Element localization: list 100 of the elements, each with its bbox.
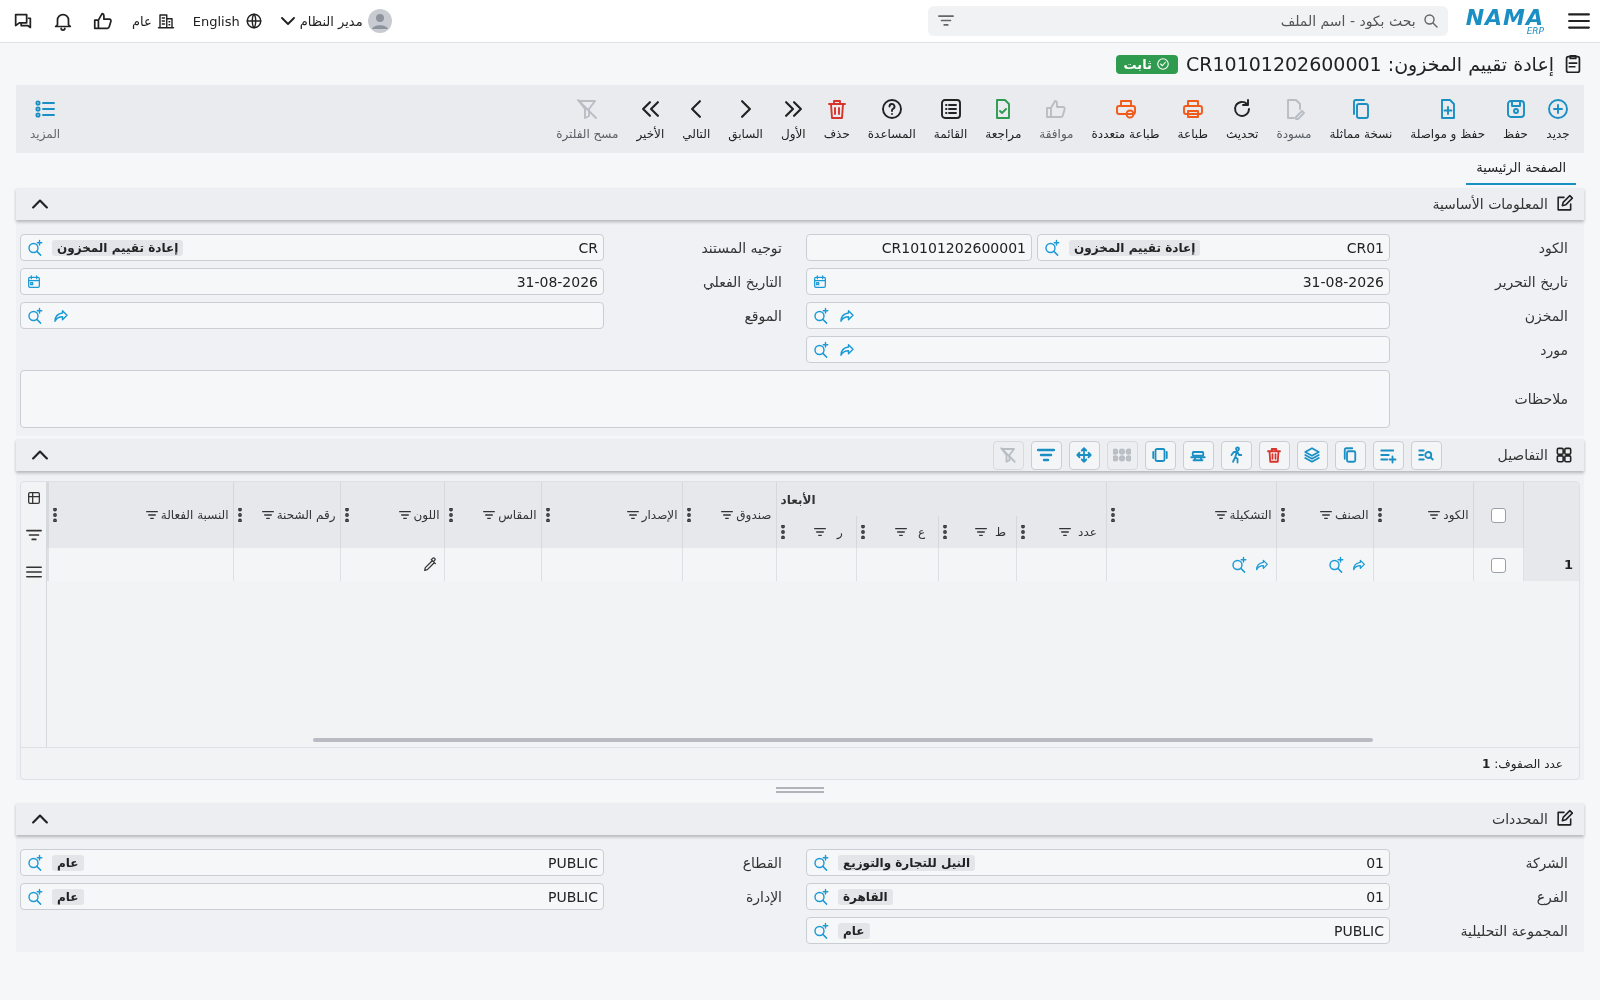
field-label: القطاع bbox=[741, 854, 783, 871]
toolbar-button[interactable]: حفظ و مواصلة bbox=[1404, 97, 1492, 141]
column-header[interactable]: الإصدار bbox=[641, 508, 678, 522]
column-header[interactable]: الكود bbox=[1443, 508, 1469, 522]
language-button[interactable]: English bbox=[192, 12, 263, 30]
notes-field[interactable] bbox=[20, 370, 1390, 428]
more-button[interactable]: المزيد bbox=[24, 97, 67, 141]
eyedropper-icon bbox=[421, 556, 438, 573]
organization-button[interactable]: عام bbox=[132, 12, 175, 30]
copy-button[interactable] bbox=[1334, 440, 1366, 470]
filter-icon bbox=[721, 509, 734, 521]
value-tag: إعادة تقييم المخزون bbox=[52, 239, 184, 256]
user-menu[interactable]: مدير النظام bbox=[280, 9, 392, 33]
filter-icon bbox=[483, 509, 496, 521]
search-icon bbox=[1421, 12, 1440, 30]
date-field[interactable]: 31-08-2026 bbox=[806, 268, 1390, 295]
search-field[interactable]: بحث بكود - اسم الملف bbox=[927, 6, 1448, 36]
toolbar-button[interactable]: نسخة مماثلة bbox=[1323, 97, 1399, 141]
section-title: المعلومات الأساسية bbox=[1432, 196, 1548, 212]
search-plus-icon bbox=[812, 306, 830, 325]
layers-button[interactable] bbox=[1296, 440, 1328, 470]
column-header[interactable]: ر bbox=[828, 525, 852, 539]
field-label: المجموعة التحليلية bbox=[1459, 922, 1569, 939]
column-header[interactable]: ط bbox=[989, 525, 1012, 539]
kebab-icon bbox=[1020, 525, 1025, 539]
search-plus-icon bbox=[1326, 555, 1345, 574]
trash-button[interactable] bbox=[1258, 440, 1290, 470]
page-title: إعادة تقييم المخزون: CR10101202600001 bbox=[1186, 53, 1554, 75]
toolbar-button[interactable]: جديد bbox=[1540, 97, 1576, 141]
toolbar-button[interactable]: تحديث bbox=[1219, 97, 1265, 141]
move-button[interactable] bbox=[1068, 440, 1100, 470]
toolbar-button[interactable]: طباعة متعددة bbox=[1085, 97, 1166, 141]
search-plus-icon bbox=[26, 306, 44, 325]
column-header[interactable]: رقم الشحنة bbox=[276, 508, 336, 522]
value-tag: القاهرة bbox=[838, 888, 893, 905]
frame-button[interactable] bbox=[1144, 440, 1176, 470]
value-tag: إعادة تقييم المخزون bbox=[1069, 239, 1201, 256]
date-field[interactable]: 31-08-2026 bbox=[20, 268, 604, 295]
column-header[interactable]: صندوق bbox=[736, 508, 772, 522]
kebab-icon bbox=[686, 508, 691, 522]
field-label: ملاحظات bbox=[1513, 391, 1569, 407]
tab[interactable]: الصفحة الرئيسية bbox=[1466, 157, 1576, 185]
filter-icon bbox=[1320, 509, 1333, 521]
field-label: الإدارة bbox=[744, 888, 783, 905]
search-plus-icon bbox=[26, 238, 44, 257]
avatar-icon bbox=[367, 9, 392, 33]
grid-squares-icon bbox=[1554, 445, 1574, 465]
input-field[interactable] bbox=[806, 302, 1390, 329]
toolbar-button[interactable]: السابق bbox=[722, 97, 769, 141]
input-field[interactable]: CR10101202600001 bbox=[806, 234, 1032, 261]
select-all-checkbox[interactable] bbox=[1490, 508, 1506, 523]
kebab-icon bbox=[780, 525, 785, 539]
scrollbar[interactable] bbox=[313, 738, 1373, 742]
input-field[interactable] bbox=[20, 302, 604, 329]
list-plus-button[interactable] bbox=[1372, 440, 1404, 470]
field-label: الموقع bbox=[743, 307, 783, 324]
toolbar-button[interactable]: المساعدة bbox=[861, 97, 922, 141]
edit-square-icon bbox=[1554, 194, 1574, 214]
search-plus-icon bbox=[1043, 238, 1061, 257]
toolbar-button[interactable]: طباعة bbox=[1171, 97, 1214, 141]
field-label: تاريخ التحرير bbox=[1493, 273, 1569, 290]
toolbar-button[interactable]: حفظ bbox=[1497, 97, 1534, 141]
column-header[interactable]: المقاس bbox=[498, 508, 537, 522]
menu-button[interactable] bbox=[1568, 10, 1590, 32]
column-header[interactable]: ع bbox=[909, 525, 934, 539]
runner-button[interactable] bbox=[1220, 440, 1252, 470]
row-checkbox[interactable] bbox=[1490, 557, 1506, 573]
kebab-icon bbox=[1110, 508, 1115, 522]
column-header[interactable]: النسبة الفعالة bbox=[160, 508, 229, 522]
field-label: الفرع bbox=[1535, 888, 1569, 905]
toolbar-button[interactable]: القائمة bbox=[927, 97, 974, 141]
kebab-icon bbox=[344, 508, 349, 522]
filter-icon bbox=[261, 509, 274, 521]
column-header[interactable]: الصنف bbox=[1335, 508, 1369, 522]
search-plus-icon bbox=[812, 887, 830, 906]
resize-handle[interactable] bbox=[776, 787, 824, 793]
field-label: مورد bbox=[1539, 341, 1569, 358]
list-search-button[interactable] bbox=[1410, 440, 1442, 470]
toolbar-button[interactable]: الأول bbox=[774, 97, 812, 141]
kebab-icon bbox=[860, 525, 865, 539]
search-plus-icon bbox=[26, 853, 44, 872]
column-header[interactable]: التشكيلة bbox=[1229, 508, 1272, 522]
column-header[interactable]: عدد bbox=[1073, 525, 1102, 539]
stack-button[interactable] bbox=[1182, 440, 1214, 470]
input-field[interactable] bbox=[806, 336, 1390, 363]
toolbar-button[interactable]: حذف bbox=[817, 97, 856, 141]
thumbs-up-icon bbox=[92, 10, 114, 32]
toolbar-button[interactable]: مراجعة bbox=[979, 97, 1028, 141]
building-icon bbox=[156, 12, 175, 30]
toolbar-button[interactable]: الأخير bbox=[630, 97, 671, 141]
toolbar-button[interactable]: التالي bbox=[676, 97, 717, 141]
filter-icon bbox=[894, 526, 907, 538]
value-tag: عام bbox=[52, 854, 84, 871]
like-button[interactable] bbox=[92, 10, 114, 32]
filter-icon bbox=[398, 509, 411, 521]
column-header[interactable]: اللون bbox=[413, 508, 440, 522]
logo: NAMA ERP bbox=[1465, 6, 1544, 36]
filter-lines-button[interactable] bbox=[1030, 440, 1062, 470]
globe-icon bbox=[244, 12, 263, 30]
filter-icon bbox=[626, 509, 639, 521]
